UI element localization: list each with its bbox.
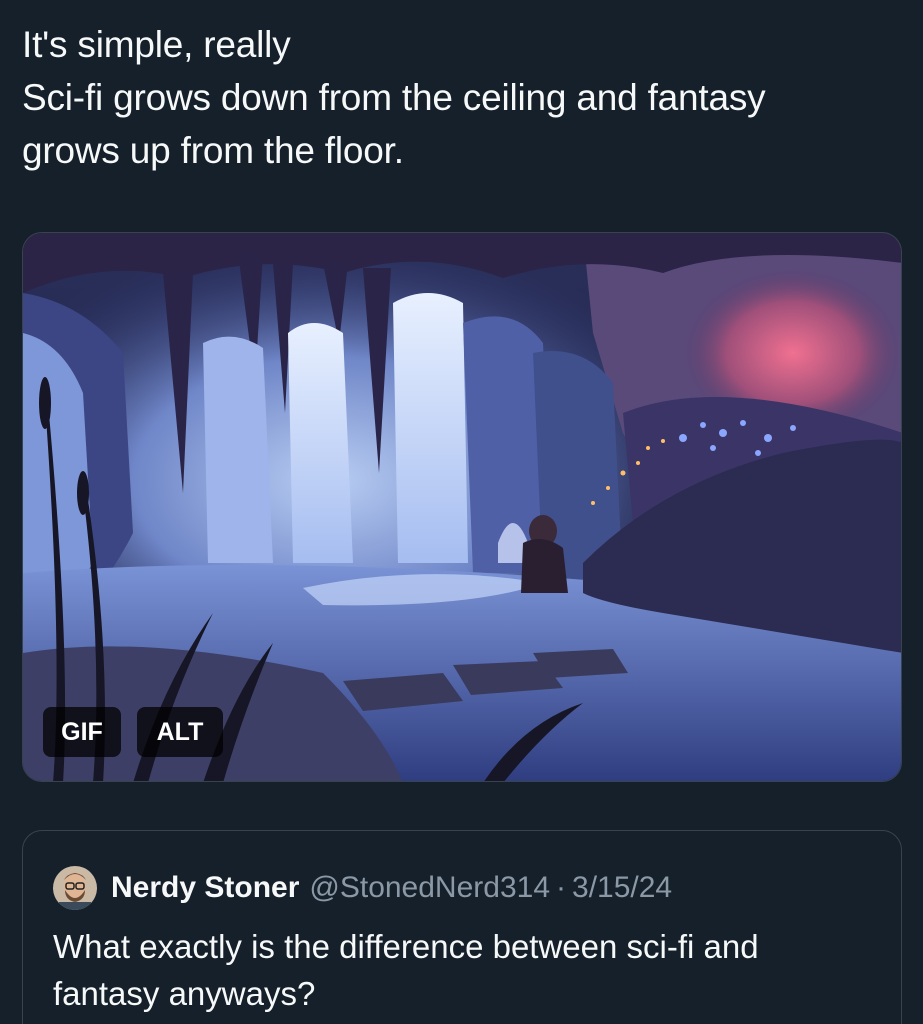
avatar[interactable] bbox=[53, 866, 97, 910]
cave-waterfall-illustration bbox=[23, 233, 901, 781]
gif-media[interactable] bbox=[22, 232, 902, 782]
tweet-text: It's simple, really Sci-fi grows down fr… bbox=[22, 18, 902, 177]
separator-dot: · bbox=[556, 871, 567, 904]
gif-badge: GIF bbox=[43, 707, 121, 757]
quoted-post-date[interactable]: 3/15/24 bbox=[572, 871, 672, 905]
tweet-text-line: It's simple, really bbox=[22, 24, 291, 65]
quoted-text-line: What exactly is the difference between s… bbox=[53, 928, 759, 965]
alt-text-button[interactable]: ALT bbox=[137, 707, 223, 757]
tweet-text-line: Sci-fi grows down from the ceiling and f… bbox=[22, 77, 766, 118]
quoted-tweet-text: What exactly is the difference between s… bbox=[53, 923, 873, 1017]
quoted-author-name[interactable]: Nerdy Stoner bbox=[111, 871, 299, 905]
quoted-tweet[interactable]: Nerdy Stoner @StonedNerd314 · 3/15/24 Wh… bbox=[22, 830, 902, 1024]
tweet-text-line: grows up from the floor. bbox=[22, 130, 404, 171]
quoted-tweet-header: Nerdy Stoner @StonedNerd314 · 3/15/24 bbox=[53, 866, 672, 910]
avatar-image bbox=[53, 866, 97, 910]
tweet: It's simple, really Sci-fi grows down fr… bbox=[0, 0, 923, 1024]
quoted-text-line: fantasy anyways? bbox=[53, 975, 316, 1012]
quoted-author-handle[interactable]: @StonedNerd314 bbox=[309, 871, 550, 905]
